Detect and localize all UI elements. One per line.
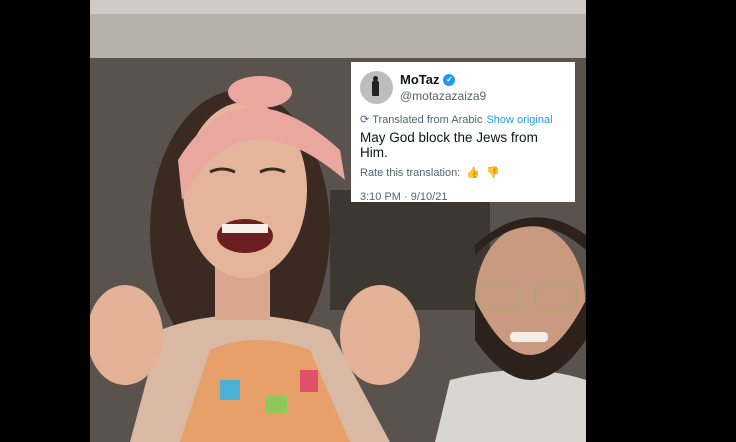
tweet-timestamp[interactable]: 3:10 PM · 9/10/21 [360,191,566,203]
man-shirt [435,370,586,442]
woman-teeth [222,224,268,233]
rate-label: Rate this translation: [360,166,461,179]
woman-left-fist [90,285,163,385]
verified-badge-icon: ✓ [443,73,456,86]
user-handle[interactable]: @motazazaiza9 [400,88,486,104]
doorway [330,190,490,310]
dress-pattern [220,380,240,400]
avatar[interactable] [360,71,393,104]
tweet-text: May God block the Jews from Him. [360,130,538,160]
translation-row: ⟳ Translated from Arabic Show original [360,113,566,127]
tweet-card[interactable]: MoTaz ✓ @motazazaiza9 ⟳ Translated from … [351,62,575,203]
display-name-row: MoTaz ✓ [400,72,486,88]
dress-pattern [265,395,287,413]
ceiling-beam [90,14,586,58]
translated-label: Translated from Arabic [372,113,483,126]
tweet-header: MoTaz ✓ @motazazaiza9 [360,71,566,104]
thumbs-up-icon[interactable]: 👍 [466,166,480,179]
woman-right-fist [340,285,420,385]
man-smile [510,332,548,342]
thumbs-down-icon[interactable]: 👎 [486,166,500,179]
display-name[interactable]: MoTaz [400,72,439,88]
avatar-figure-body [372,80,379,96]
rate-translation-row: Rate this translation: 👍 👎 [360,166,566,180]
headband-knot [228,76,292,108]
show-original-link[interactable]: Show original [486,114,552,126]
author-names: MoTaz ✓ @motazazaiza9 [400,72,486,104]
translate-icon: ⟳ [360,114,370,126]
dress-pattern [300,370,318,392]
